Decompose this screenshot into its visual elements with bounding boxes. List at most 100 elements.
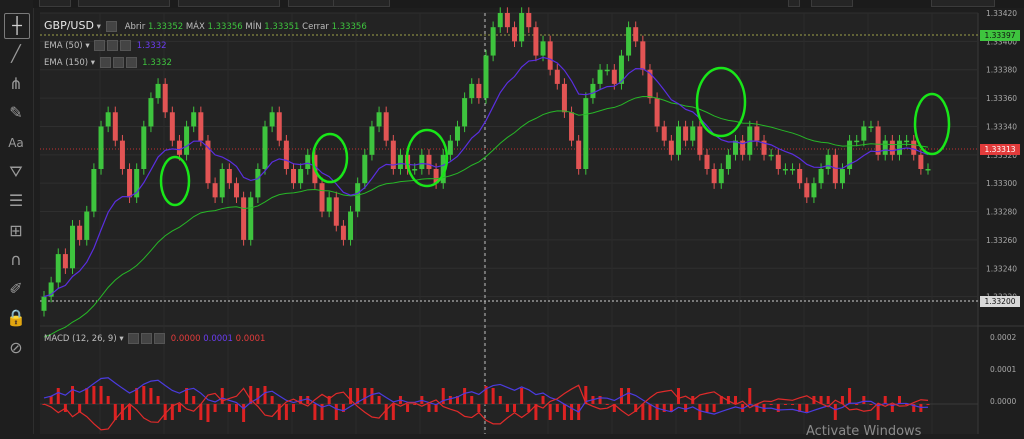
y-tick-label: 1.33280 — [986, 208, 1017, 217]
macd-histogram-bar — [199, 404, 203, 420]
macd-legend: MACD (12, 26, 9) ▾ 0.0000 0.0001 0.0001 — [44, 333, 265, 344]
candle-body — [169, 112, 175, 141]
candle-body — [84, 211, 90, 240]
eye-icon[interactable] — [128, 333, 140, 344]
close-icon[interactable] — [154, 333, 166, 344]
candle-body — [41, 296, 47, 311]
candle-body — [911, 140, 917, 155]
macd-histogram-bar — [284, 404, 288, 420]
macd-value-1: 0.0000 — [170, 334, 201, 344]
macd-histogram-bar — [327, 396, 331, 404]
macd-histogram-bar — [926, 404, 930, 405]
macd-histogram-bar — [377, 396, 381, 404]
candle-body — [782, 169, 788, 171]
candle-body — [839, 169, 845, 184]
macd-y-label: 0.0002 — [990, 333, 1016, 342]
macd-histogram-bar — [627, 388, 631, 404]
candle-body — [768, 154, 774, 157]
candle-body — [212, 183, 218, 198]
macd-histogram-bar — [520, 388, 524, 404]
close-icon[interactable] — [120, 40, 132, 51]
macd-value-2: 0.0001 — [203, 334, 233, 344]
candle-body — [576, 140, 582, 169]
candle-body — [162, 83, 168, 113]
candle-body — [454, 126, 460, 141]
macd-histogram-bar — [734, 396, 738, 404]
chevron-down-icon[interactable]: ▾ — [119, 334, 123, 344]
close-value: 1.33356 — [331, 22, 367, 32]
candle-body — [540, 41, 546, 56]
high-value: 1.33356 — [207, 22, 243, 32]
candle-body — [569, 112, 575, 141]
price-tag-current: 1.33313 — [980, 144, 1020, 155]
candle-body — [198, 112, 204, 141]
macd-histogram-bar — [555, 404, 559, 412]
macd-histogram-bar — [648, 404, 652, 420]
price-tag-top: 1.33397 — [980, 30, 1020, 41]
candle-body — [276, 112, 282, 141]
candle-body — [604, 69, 610, 72]
candle-body — [504, 13, 510, 28]
candle-body — [640, 41, 646, 70]
candle-body — [105, 112, 111, 127]
macd-histogram-bar — [805, 404, 809, 412]
chevron-down-icon[interactable]: ▾ — [97, 22, 101, 32]
macd-histogram-bar — [49, 396, 53, 404]
settings-icon[interactable] — [141, 333, 153, 344]
macd-histogram-bar — [427, 404, 431, 412]
candle-body — [718, 169, 724, 184]
candle-body — [861, 126, 867, 141]
macd-histogram-bar — [71, 386, 75, 404]
macd-histogram-bar — [56, 388, 60, 404]
candle-body — [561, 83, 567, 113]
candle-body — [397, 154, 403, 169]
symbol-label[interactable]: GBP/USD — [44, 19, 94, 32]
settings-icon[interactable] — [112, 57, 124, 68]
macd-histogram-bar — [292, 404, 296, 412]
macd-label[interactable]: MACD (12, 26, 9) — [44, 334, 117, 344]
candle-body — [804, 183, 810, 198]
eye-icon[interactable] — [94, 40, 106, 51]
macd-histogram-bar — [413, 404, 417, 405]
ema150-value: 1.3332 — [142, 58, 172, 68]
ema150-label[interactable]: EMA (150) — [44, 58, 88, 68]
candle-body — [490, 27, 496, 56]
candle-body — [597, 69, 603, 84]
settings-icon[interactable] — [107, 40, 119, 51]
close-icon[interactable] — [125, 57, 137, 68]
candle-body — [690, 126, 696, 141]
candle-body — [512, 27, 518, 42]
y-tick-label: 1.33300 — [986, 179, 1017, 188]
candle-body — [241, 197, 247, 240]
candle-body — [896, 140, 902, 155]
low-label: MÍN — [245, 22, 262, 32]
candle-body — [91, 169, 97, 212]
chevron-down-icon[interactable]: ▾ — [91, 58, 95, 68]
eye-icon[interactable] — [99, 57, 111, 68]
high-label: MÁX — [185, 22, 205, 32]
chevron-down-icon[interactable]: ▾ — [85, 41, 89, 51]
macd-histogram-bar — [876, 404, 880, 420]
candle-body — [112, 112, 118, 141]
macd-histogram-bar — [177, 404, 181, 412]
settings-icon[interactable] — [105, 21, 117, 32]
candle-body — [711, 169, 717, 184]
candle-body — [790, 169, 796, 171]
candle-body — [754, 126, 760, 141]
macd-value-3: 0.0001 — [235, 334, 266, 344]
candle-body — [119, 140, 125, 169]
macd-histogram-bar — [242, 404, 246, 422]
symbol-legend: GBP/USD ▾ Abrir 1.33352 MÁX 1.33356 MÍN … — [44, 19, 367, 32]
watermark: Activate Windows — [806, 424, 922, 439]
candle-body — [383, 112, 389, 141]
macd-histogram-bar — [106, 396, 110, 404]
macd-histogram-bar — [883, 396, 887, 404]
macd-histogram-bar — [676, 388, 680, 404]
candle-body — [355, 183, 361, 212]
candle-body — [868, 126, 874, 128]
macd-histogram-bar — [570, 404, 574, 420]
candle-body — [918, 154, 924, 169]
macd-histogram-bar — [869, 404, 873, 405]
candle-body — [462, 98, 468, 127]
ema50-label[interactable]: EMA (50) — [44, 41, 83, 51]
